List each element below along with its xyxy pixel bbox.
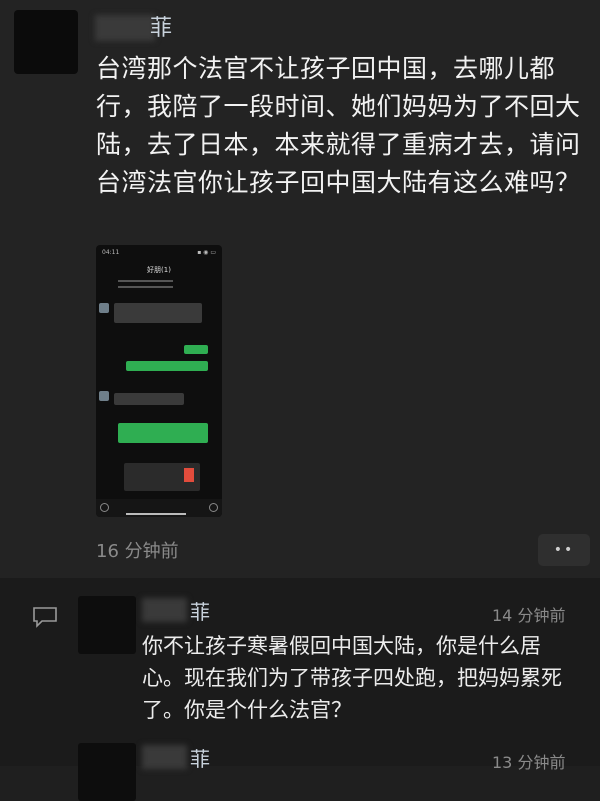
moment-post: 菲 台湾那个法官不让孩子回中国，去哪儿都行，我陪了一段时间、她们妈妈为了不回大陆… [0, 0, 600, 578]
author-name-redacted [95, 15, 155, 41]
screenshot-status-time: 04:11 [102, 249, 120, 256]
comment-time: 14 分钟前 [492, 606, 566, 625]
commenter-name-redacted [142, 598, 187, 622]
comments-section: 菲 14 分钟前 你不让孩子寒暑假回中国大陆，你是什么居心。现在我们为了带孩子四… [0, 578, 600, 801]
screenshot-input-bar [96, 499, 222, 517]
commenter-avatar[interactable] [78, 596, 136, 654]
add-icon [209, 503, 218, 512]
screenshot-file-card [124, 463, 200, 491]
screenshot-avatar [99, 303, 109, 313]
comment-text: 你不让孩子寒暑假回中国大陆，你是什么居心。现在我们为了带孩子四处跑，把妈妈累死了… [142, 634, 562, 722]
home-indicator [126, 513, 186, 515]
author-name[interactable]: 菲 [150, 10, 172, 42]
more-actions-button[interactable]: •• [538, 534, 590, 566]
screenshot-status-icons: ▪ ◉ ▭ [197, 249, 216, 256]
post-text: 台湾那个法官不让孩子回中国，去哪儿都行，我陪了一段时间、她们妈妈为了不回大陆，去… [96, 54, 581, 197]
screenshot-chat-title: 好朋(1) [147, 266, 171, 274]
commenter-name-redacted [142, 745, 187, 769]
voice-icon [100, 503, 109, 512]
screenshot-text-lines [118, 280, 173, 294]
commenter-name[interactable]: 菲 [190, 743, 210, 772]
screenshot-green-bubble [126, 361, 208, 371]
post-time: 16 分钟前 [96, 541, 179, 562]
commenter-name[interactable]: 菲 [190, 596, 210, 625]
comment-icon [33, 607, 57, 628]
author-avatar[interactable] [14, 10, 78, 74]
screenshot-gray-bubble [114, 393, 184, 405]
pdf-file-icon [184, 468, 194, 482]
screenshot-avatar [99, 391, 109, 401]
screenshot-green-bubble [184, 345, 208, 354]
comment-time: 13 分钟前 [492, 753, 566, 772]
screenshot-gray-bubble [114, 303, 202, 323]
screenshot-green-bubble [118, 423, 208, 443]
post-image-chat-screenshot[interactable]: 04:11 ▪ ◉ ▭ 好朋(1) [96, 245, 222, 517]
commenter-avatar[interactable] [78, 743, 136, 801]
